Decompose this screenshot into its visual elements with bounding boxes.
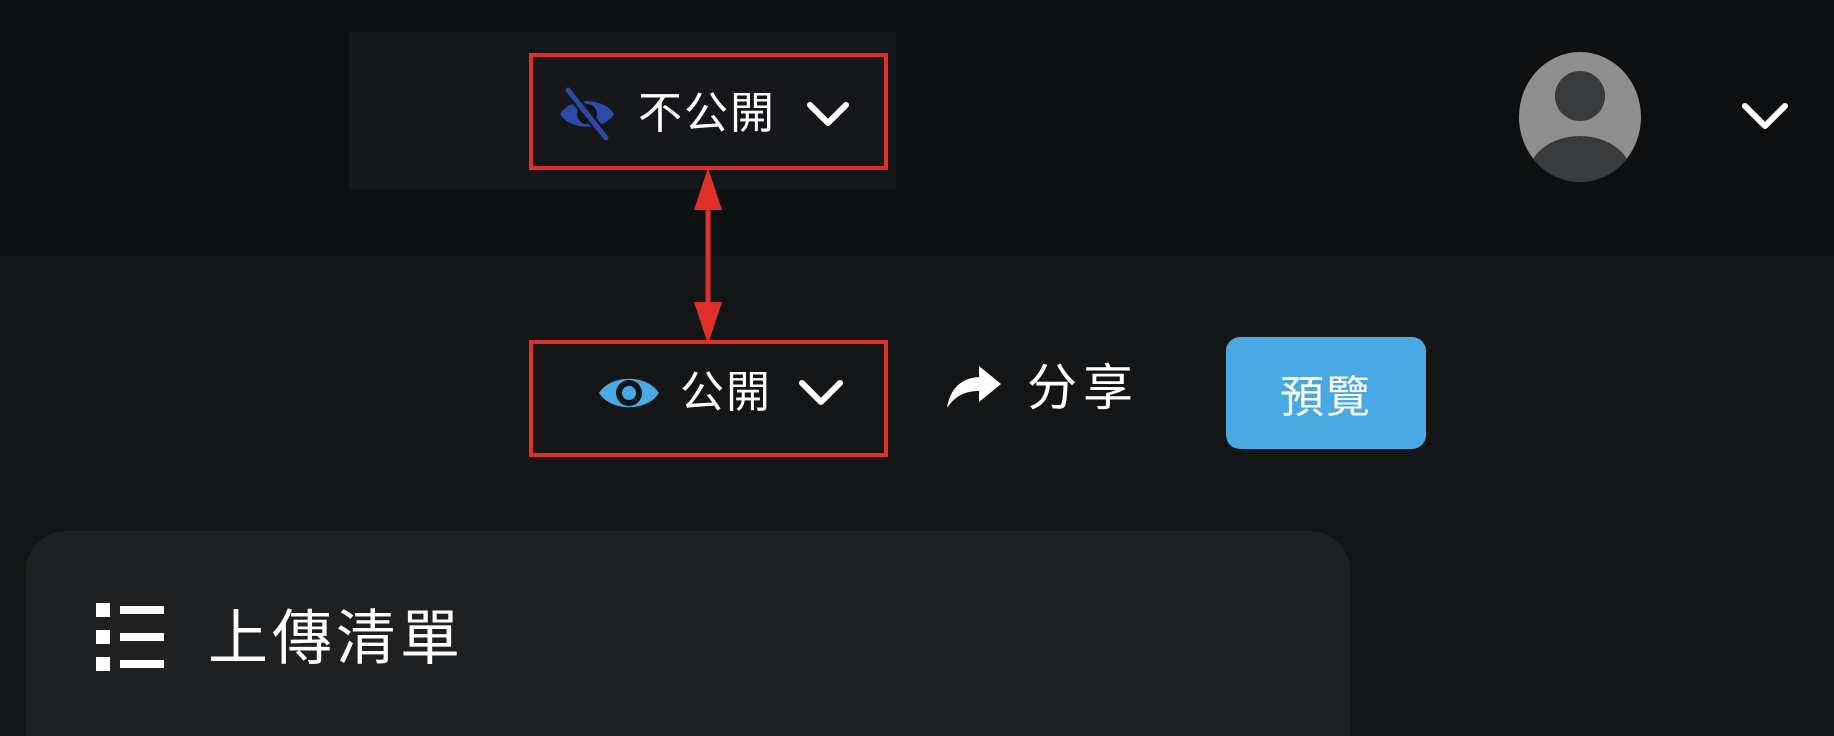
screen: 不公開 公開 分享 預覽 上傳清單: [0, 0, 1834, 736]
annotation-double-arrow: [694, 168, 722, 344]
avatar[interactable]: [1519, 52, 1641, 182]
visibility-public-dropdown[interactable]: 公開: [596, 368, 844, 418]
default-user-avatar-icon: [1528, 71, 1632, 182]
eye-slash-icon: [556, 86, 618, 142]
visibility-private-dropdown[interactable]: 不公開: [556, 86, 850, 142]
upload-list-header: 上傳清單: [96, 603, 464, 675]
upload-list-title: 上傳清單: [208, 604, 464, 674]
chevron-down-icon: [806, 99, 850, 129]
share-arrow-icon: [945, 362, 1003, 414]
user-menu-chevron-down-icon[interactable]: [1741, 100, 1789, 138]
chevron-down-icon: [798, 377, 844, 409]
preview-button[interactable]: 預覽: [1226, 337, 1426, 449]
visibility-private-label: 不公開: [638, 88, 776, 139]
list-icon: [96, 603, 168, 675]
top-bar: 不公開: [0, 0, 1834, 256]
upload-list-card: 上傳清單: [26, 531, 1350, 736]
share-label: 分享: [1027, 359, 1139, 417]
share-button[interactable]: 分享: [945, 362, 1139, 414]
visibility-public-label: 公開: [680, 367, 772, 418]
eye-icon: [596, 368, 662, 418]
